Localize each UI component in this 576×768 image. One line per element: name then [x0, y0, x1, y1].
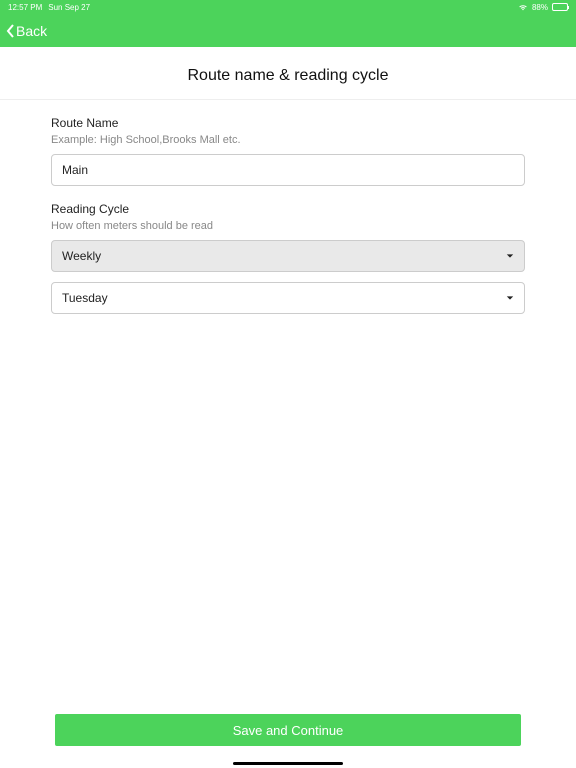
status-time: 12:57 PM: [8, 3, 42, 12]
chevron-left-icon: [6, 23, 16, 39]
day-select[interactable]: Tuesday: [51, 282, 525, 314]
home-indicator: [233, 762, 343, 765]
back-button[interactable]: Back: [6, 23, 47, 39]
chevron-down-icon: [506, 294, 514, 302]
wifi-icon: [518, 3, 528, 11]
route-name-hint: Example: High School,Brooks Mall etc.: [51, 134, 525, 146]
frequency-select[interactable]: Weekly: [51, 240, 525, 272]
save-continue-button[interactable]: Save and Continue: [55, 714, 521, 746]
battery-icon: [552, 3, 568, 11]
route-name-input[interactable]: [51, 154, 525, 186]
status-date: Sun Sep 27: [48, 3, 90, 12]
status-bar: 12:57 PM Sun Sep 27 88%: [0, 0, 576, 14]
reading-cycle-hint: How often meters should be read: [51, 220, 525, 232]
frequency-value: Weekly: [62, 249, 101, 263]
route-name-label: Route Name: [51, 116, 525, 130]
chevron-down-icon: [506, 252, 514, 260]
day-value: Tuesday: [62, 291, 108, 305]
page-title: Route name & reading cycle: [0, 67, 576, 85]
back-label: Back: [16, 23, 47, 39]
status-battery-pct: 88%: [532, 3, 548, 12]
reading-cycle-label: Reading Cycle: [51, 202, 525, 216]
